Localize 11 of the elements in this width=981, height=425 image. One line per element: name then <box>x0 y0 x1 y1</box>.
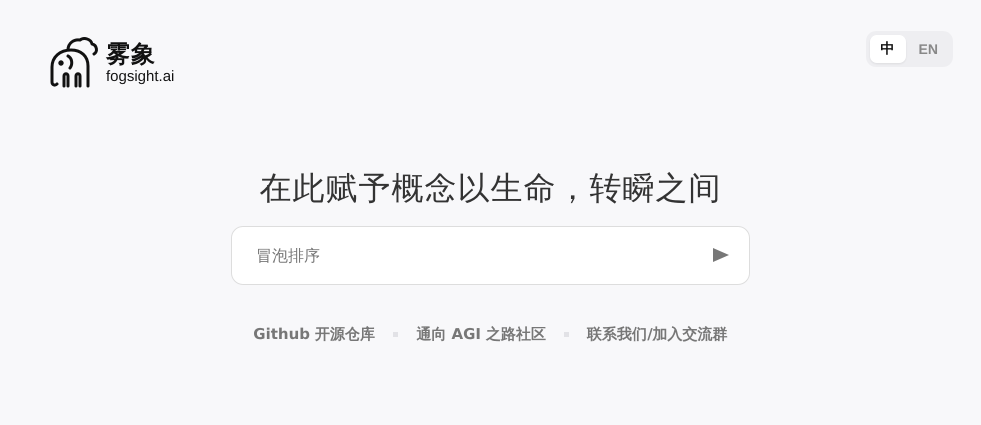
footer-link[interactable]: 通向 AGI 之路社区 <box>416 325 546 344</box>
brand-name: 雾象 <box>106 40 157 68</box>
footer-link[interactable]: Github 开源仓库 <box>253 325 376 344</box>
prompt-field[interactable]: 冒泡排序 <box>231 226 750 285</box>
send-icon[interactable] <box>713 248 729 262</box>
language-option[interactable]: EN <box>908 35 949 63</box>
language-option[interactable]: 中 <box>870 35 906 63</box>
elephant-logo-icon <box>48 36 100 90</box>
headline: 在此赋予概念以生命，转瞬之间 <box>260 168 722 208</box>
brand-domain: fogsight.ai <box>106 68 174 86</box>
footer-link[interactable]: 联系我们/加入交流群 <box>587 325 728 344</box>
